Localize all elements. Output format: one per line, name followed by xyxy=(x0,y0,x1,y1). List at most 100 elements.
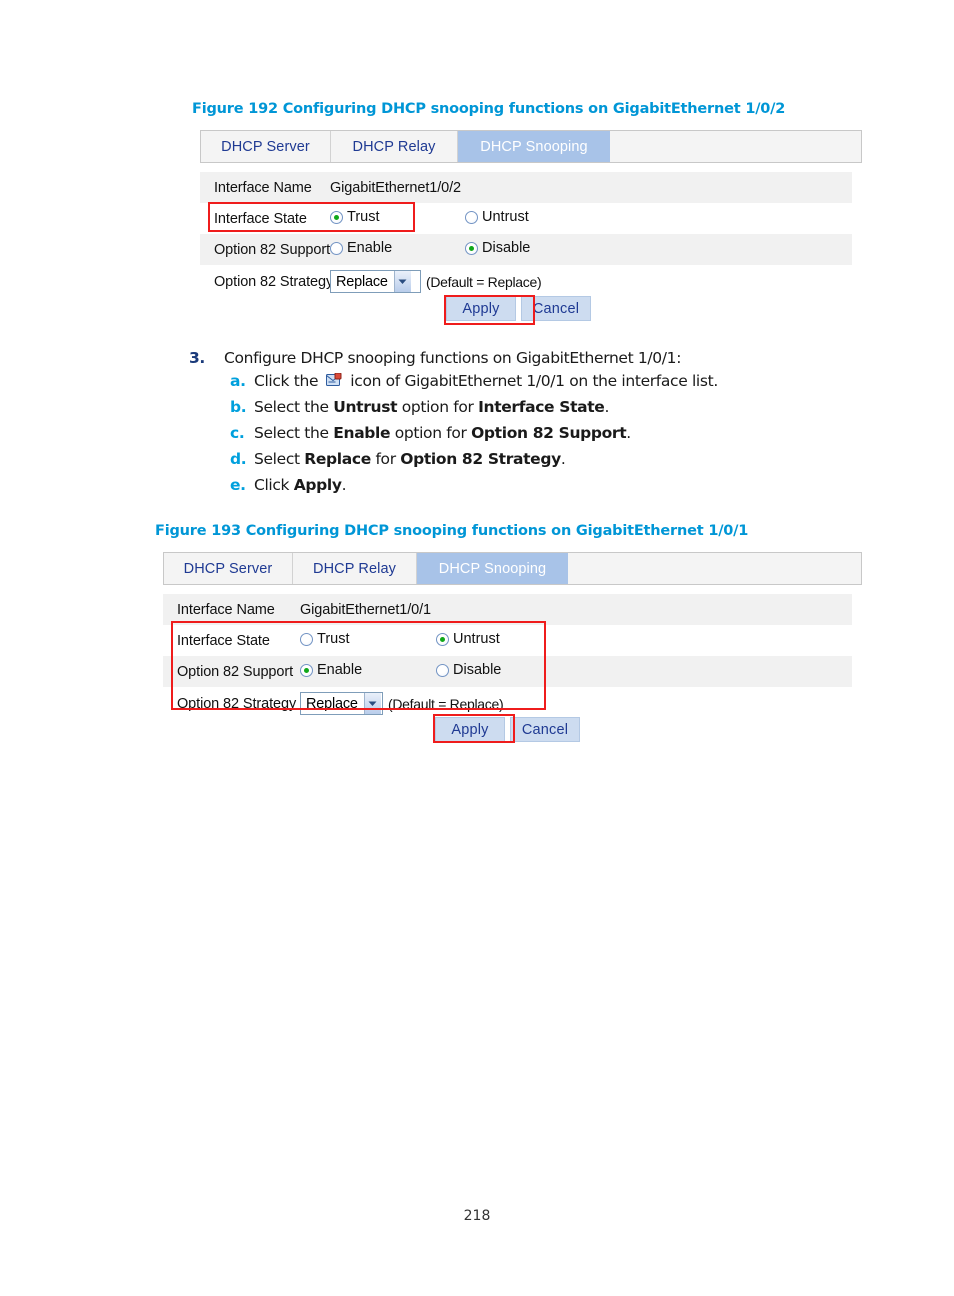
option82-strategy-hint: (Default = Replace) xyxy=(426,273,542,290)
substep-d-mid: for xyxy=(370,450,401,468)
tab-dhcp-server[interactable]: DHCP Server xyxy=(201,131,331,162)
radio-interface-state-untrust-193[interactable]: Untrust xyxy=(436,631,500,647)
substep-b-bold1: Untrust xyxy=(333,398,398,416)
substep-d-bold2: Option 82 Strategy xyxy=(400,450,561,468)
substep-d-pre: Select xyxy=(254,450,305,468)
radio-option82-disable-193[interactable]: Disable xyxy=(436,662,501,678)
substep-e-text: Click Apply. xyxy=(254,476,347,494)
option82-strategy-select[interactable]: Replace xyxy=(330,270,421,293)
substep-b: b. Select the Untrust option for Interfa… xyxy=(230,398,829,416)
row-interface-state: Interface State Trust Untrust xyxy=(200,203,852,234)
interface-name-value-193: GigabitEthernet1/0/1 xyxy=(300,601,432,618)
radio-dot-untrust-icon-193 xyxy=(436,632,449,646)
radio-option82-disable[interactable]: Disable xyxy=(465,240,530,256)
apply-button-193[interactable]: Apply xyxy=(435,717,505,742)
option82-support-label-193: Option 82 Support xyxy=(177,663,293,680)
interface-name-value: GigabitEthernet1/0/2 xyxy=(330,179,462,196)
row-option82-strategy-193: Option 82 Strategy Replace (Default = Re… xyxy=(163,687,852,720)
substep-a-post: icon of GigabitEthernet 1/0/1 on the int… xyxy=(345,372,718,390)
radio-dot-enable-icon xyxy=(330,241,343,255)
option82-strategy-label-193: Option 82 Strategy xyxy=(177,695,297,712)
substep-b-bold2: Interface State xyxy=(478,398,605,416)
tab-dhcp-relay-193[interactable]: DHCP Relay xyxy=(293,553,417,584)
option82-strategy-selected-value-193: Replace xyxy=(306,695,358,712)
row-option82-support: Option 82 Support Enable Disable xyxy=(200,234,852,265)
tab-dhcp-relay[interactable]: DHCP Relay xyxy=(331,131,458,162)
tabbar-filler-193 xyxy=(568,553,861,584)
substep-e-pre: Click xyxy=(254,476,294,494)
radio-label-trust-193: Trust xyxy=(317,631,350,648)
option82-support-label: Option 82 Support xyxy=(214,241,330,258)
figure-193-panel: DHCP Server DHCP Relay DHCP Snooping Int… xyxy=(163,552,862,742)
row-option82-support-193: Option 82 Support Enable Disable xyxy=(163,656,852,687)
radio-dot-trust-icon-193 xyxy=(300,632,313,646)
substep-b-letter: b. xyxy=(230,398,247,416)
radio-label-disable: Disable xyxy=(482,240,531,257)
substep-c-bold1: Enable xyxy=(333,424,391,442)
radio-label-untrust-193: Untrust xyxy=(453,631,500,648)
radio-interface-state-trust[interactable]: Trust xyxy=(330,209,380,225)
radio-label-enable: Enable xyxy=(347,240,393,257)
tab-dhcp-snooping[interactable]: DHCP Snooping xyxy=(458,131,610,162)
option82-strategy-select-193[interactable]: Replace xyxy=(300,692,383,715)
option82-strategy-selected-value: Replace xyxy=(336,273,388,290)
radio-dot-trust-icon xyxy=(330,210,343,224)
cancel-button[interactable]: Cancel xyxy=(521,296,591,321)
row-interface-name: Interface Name GigabitEthernet1/0/2 xyxy=(200,172,852,203)
cancel-button-193[interactable]: Cancel xyxy=(510,717,580,742)
interface-state-label: Interface State xyxy=(214,210,307,227)
substep-a-letter: a. xyxy=(230,372,246,390)
radio-interface-state-untrust[interactable]: Untrust xyxy=(465,209,529,225)
steps-list: 3. Configure DHCP snooping functions on … xyxy=(189,349,829,502)
radio-dot-enable-icon-193 xyxy=(300,663,313,677)
substep-e: e. Click Apply. xyxy=(230,476,829,494)
substeps-list: a. Click the icon of GigabitEthernet 1/0… xyxy=(230,372,829,494)
tab-dhcp-server-193[interactable]: DHCP Server xyxy=(164,553,293,584)
substep-a-text: Click the icon of GigabitEthernet 1/0/1 … xyxy=(254,372,718,390)
radio-label-disable-193: Disable xyxy=(453,662,502,679)
radio-dot-untrust-icon xyxy=(465,210,478,224)
interface-name-label: Interface Name xyxy=(214,179,312,196)
substep-c: c. Select the Enable option for Option 8… xyxy=(230,424,829,442)
substep-b-text: Select the Untrust option for Interface … xyxy=(254,398,609,416)
form-buttons-193: Apply Cancel xyxy=(435,717,580,742)
option82-strategy-label: Option 82 Strategy xyxy=(214,273,334,290)
radio-dot-disable-icon xyxy=(465,241,478,255)
chevron-down-icon[interactable] xyxy=(393,271,411,292)
radio-option82-enable-193[interactable]: Enable xyxy=(300,662,362,678)
radio-label-untrust: Untrust xyxy=(482,209,529,226)
substep-b-mid: option for xyxy=(397,398,479,416)
substep-c-text: Select the Enable option for Option 82 S… xyxy=(254,424,631,442)
dhcp-snooping-form-193: Interface Name GigabitEthernet1/0/1 Inte… xyxy=(163,594,852,720)
substep-d: d. Select Replace for Option 82 Strategy… xyxy=(230,450,829,468)
substep-a-pre: Click the xyxy=(254,372,323,390)
radio-label-trust: Trust xyxy=(347,209,380,226)
dhcp-snooping-form-192: Interface Name GigabitEthernet1/0/2 Inte… xyxy=(200,172,852,298)
substep-c-letter: c. xyxy=(230,424,245,442)
substep-b-post: . xyxy=(604,398,610,416)
configure-interface-icon xyxy=(325,372,343,388)
apply-button[interactable]: Apply xyxy=(446,296,516,321)
dhcp-tabbar-192: DHCP Server DHCP Relay DHCP Snooping xyxy=(200,130,862,163)
substep-c-bold2: Option 82 Support xyxy=(471,424,627,442)
option82-strategy-hint-193: (Default = Replace) xyxy=(388,695,504,712)
substep-d-text: Select Replace for Option 82 Strategy. xyxy=(254,450,566,468)
tab-dhcp-snooping-193[interactable]: DHCP Snooping xyxy=(417,553,568,584)
step-3-text: Configure DHCP snooping functions on Gig… xyxy=(224,349,682,367)
row-interface-state-193: Interface State Trust Untrust xyxy=(163,625,852,656)
dhcp-tabbar-193: DHCP Server DHCP Relay DHCP Snooping xyxy=(163,552,862,585)
step-3-number: 3. xyxy=(189,349,205,367)
row-option82-strategy: Option 82 Strategy Replace (Default = Re… xyxy=(200,265,852,298)
figure-192-panel: DHCP Server DHCP Relay DHCP Snooping Int… xyxy=(200,130,862,321)
radio-option82-enable[interactable]: Enable xyxy=(330,240,392,256)
radio-interface-state-trust-193[interactable]: Trust xyxy=(300,631,350,647)
figure-193-caption: Figure 193 Configuring DHCP snooping fun… xyxy=(155,523,749,539)
step-3: 3. Configure DHCP snooping functions on … xyxy=(189,349,829,367)
tabbar-filler xyxy=(610,131,861,162)
substep-b-pre: Select the xyxy=(254,398,334,416)
substep-c-pre: Select the xyxy=(254,424,334,442)
row-interface-name-193: Interface Name GigabitEthernet1/0/1 xyxy=(163,594,852,625)
chevron-down-icon-193[interactable] xyxy=(363,693,381,714)
substep-d-letter: d. xyxy=(230,450,247,468)
substep-c-post: . xyxy=(626,424,631,442)
